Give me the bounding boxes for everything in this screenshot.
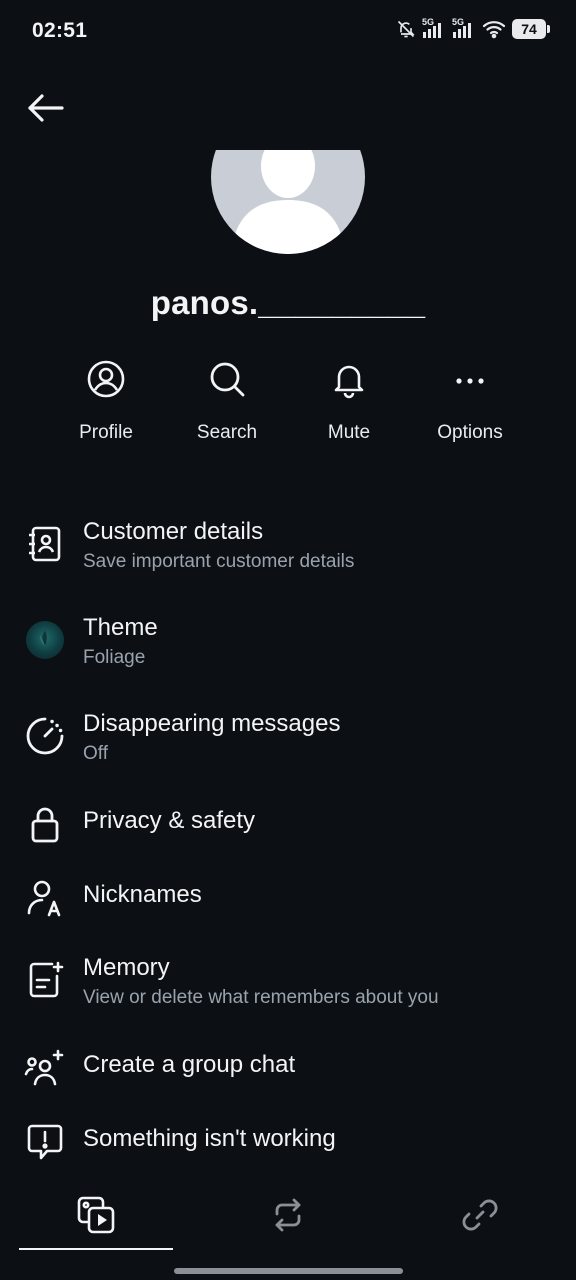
- more-dots-icon: [456, 378, 484, 384]
- profile-username: panos._________: [150, 284, 426, 321]
- mute-notification-icon: [397, 20, 415, 38]
- menu-title: Privacy & safety: [83, 807, 256, 834]
- report-problem-icon: [27, 1124, 63, 1160]
- tab-reposts[interactable]: [211, 1180, 365, 1250]
- menu-title: Nicknames: [83, 881, 202, 908]
- avatar[interactable]: [211, 150, 365, 254]
- media-icon: [77, 1196, 115, 1234]
- menu-title: Create a group chat: [83, 1051, 296, 1078]
- theme-swatch-icon: [26, 621, 64, 659]
- menu-subtitle: Foliage: [83, 647, 146, 668]
- back-button[interactable]: [24, 88, 68, 128]
- options-button[interactable]: Options: [410, 356, 530, 444]
- menu-title: Memory: [83, 954, 170, 981]
- menu-item-memory[interactable]: Memory View or delete what remembers abo…: [0, 950, 576, 1030]
- contact-book-icon: [29, 526, 61, 562]
- menu-item-disappearing-messages[interactable]: Disappearing messages Off: [0, 706, 576, 786]
- link-icon: [462, 1199, 498, 1231]
- tab-links[interactable]: [403, 1180, 557, 1250]
- default-avatar-icon: [211, 150, 365, 254]
- selected-tab-indicator: [19, 1248, 173, 1250]
- search-label: Search: [196, 422, 258, 443]
- menu-item-nicknames[interactable]: Nicknames: [0, 874, 576, 934]
- nickname-icon: [27, 880, 61, 917]
- battery-indicator: 74: [512, 19, 550, 39]
- wifi-icon: [482, 21, 506, 39]
- action-row: Profile Search Mute Options: [0, 356, 576, 456]
- lock-icon: [31, 807, 59, 843]
- mute-label: Mute: [327, 422, 371, 443]
- repost-icon: [275, 1198, 301, 1232]
- menu-title: Customer details: [83, 518, 264, 545]
- profile-button[interactable]: Profile: [46, 356, 166, 444]
- home-gesture-bar[interactable]: [174, 1268, 403, 1274]
- add-group-icon: [24, 1049, 64, 1086]
- menu-title: Something isn't working: [83, 1125, 336, 1152]
- options-label: Options: [437, 422, 503, 443]
- bottom-tab-bar: [0, 1180, 576, 1260]
- signal-icon-2: 5G: [452, 17, 476, 40]
- profile-label: Profile: [79, 422, 133, 443]
- menu-title: Theme: [83, 614, 158, 641]
- signal-icon: 5G: [422, 17, 446, 40]
- profile-icon: [87, 360, 125, 398]
- menu-item-privacy-safety[interactable]: Privacy & safety: [0, 800, 576, 860]
- status-bar: 02:51 5G 5G 74: [0, 0, 576, 64]
- search-icon: [210, 362, 245, 397]
- menu-title: Disappearing messages: [83, 710, 341, 737]
- status-icons: 5G 5G 74: [396, 17, 550, 40]
- menu-item-theme[interactable]: Theme Foliage: [0, 610, 576, 690]
- tab-media[interactable]: [19, 1180, 173, 1250]
- status-time: 02:51: [32, 19, 88, 42]
- bell-icon: [334, 365, 364, 399]
- menu-subtitle: View or delete what remembers about you: [83, 987, 439, 1008]
- menu-subtitle: Save important customer details: [83, 551, 355, 572]
- memory-note-icon: [29, 961, 64, 998]
- menu-subtitle: Off: [83, 743, 108, 764]
- back-arrow-icon: [28, 94, 64, 122]
- menu-item-create-group-chat[interactable]: Create a group chat: [0, 1044, 576, 1104]
- search-button[interactable]: Search: [167, 356, 287, 444]
- timer-icon: [26, 717, 64, 755]
- menu-item-customer-details[interactable]: Customer details Save important customer…: [0, 514, 576, 594]
- menu-item-something-isnt-working[interactable]: Something isn't working: [0, 1118, 576, 1178]
- mute-button[interactable]: Mute: [289, 356, 409, 444]
